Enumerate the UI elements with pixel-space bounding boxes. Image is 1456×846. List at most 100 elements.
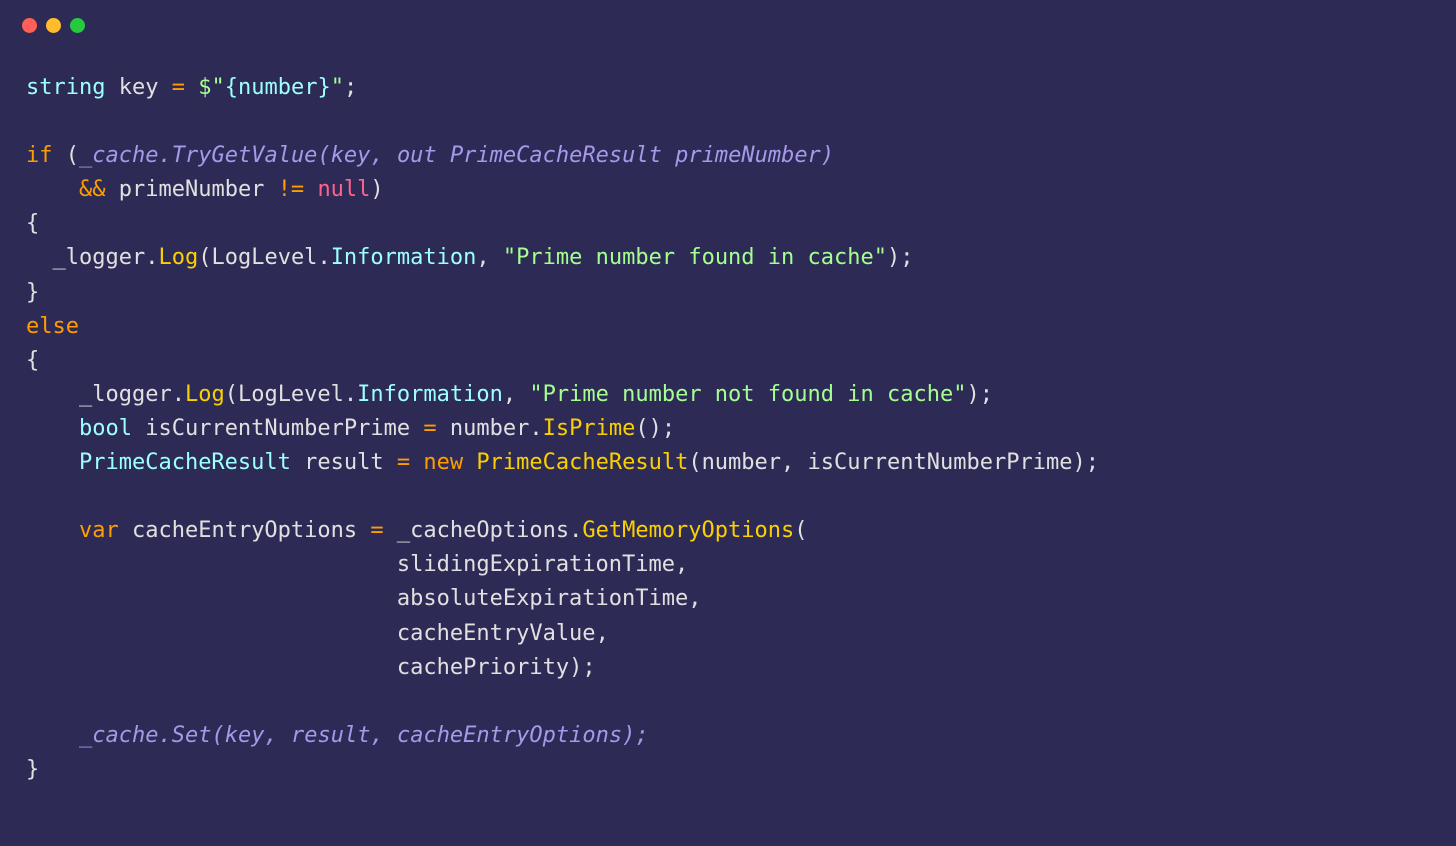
ident-token: cacheEntryOptions [397,723,622,748]
punct-token: ) [622,723,635,748]
punct-token: , [503,382,516,407]
op-token: != [278,177,305,202]
punct-token: . [145,245,158,270]
method-token: Log [185,382,225,407]
method-token: Log [158,245,198,270]
ident-token: _logger [53,245,146,270]
keyword-token: else [26,314,79,339]
brace-token: { [26,211,39,236]
maximize-icon[interactable] [70,18,85,33]
str-token: " [331,75,344,100]
ident-token: isCurrentNumberPrime [808,450,1073,475]
punct-token: ( [211,723,224,748]
interp-token: {number} [225,75,331,100]
brace-token: } [26,280,39,305]
special-token: _cache [79,723,158,748]
punct-token: ( [794,518,807,543]
member-token: Information [331,245,477,270]
keyword-token: new [423,450,463,475]
type-token: PrimeCacheResult [79,450,291,475]
ident-token: primeNumber [119,177,265,202]
brace-token: { [26,348,39,373]
ident-token: key [225,723,265,748]
minimize-icon[interactable] [46,18,61,33]
punct-token: . [158,143,171,168]
op-token: = [423,416,436,441]
punct-token: , [596,621,609,646]
punct-token: () [635,416,662,441]
type-token: string [26,75,105,100]
close-icon[interactable] [22,18,37,33]
op-token: = [172,75,185,100]
op-token: && [79,177,106,202]
punct-token: ; [582,655,595,680]
param-token: absoluteExpirationTime [397,586,688,611]
punct-token: ( [66,143,79,168]
keyword-token: out [397,143,437,168]
punct-token: ) [966,382,979,407]
op-token: = [397,450,410,475]
punct-token: , [476,245,489,270]
punct-token: ; [662,416,675,441]
keyword-token: var [79,518,119,543]
punct-token: ; [900,245,913,270]
method-token: Set [172,723,212,748]
punct-token: ( [225,382,238,407]
code-window: string key = $"{number}"; if (_cache.Try… [0,0,1456,846]
ident-token: LogLevel [211,245,317,270]
punct-token: ) [1072,450,1085,475]
punct-token: . [172,382,185,407]
ident-token: key [119,75,159,100]
punct-token: . [344,382,357,407]
param-token: cachePriority [397,655,569,680]
keyword-token: if [26,143,53,168]
str-token: $" [198,75,225,100]
method-token: IsPrime [543,416,636,441]
punct-token: ( [198,245,211,270]
punct-token: . [529,416,542,441]
special-token: _cache [79,143,158,168]
str-token: "Prime number found in cache" [503,245,887,270]
op-token: = [370,518,383,543]
ident-token: key [331,143,371,168]
brace-token: } [26,757,39,782]
ident-token: result [304,450,383,475]
punct-token: . [158,723,171,748]
type-token: bool [79,416,132,441]
punct-token: , [264,723,277,748]
ident-token: isCurrentNumberPrime [145,416,410,441]
punct-token: ; [1086,450,1099,475]
punct-token: . [317,245,330,270]
punct-token: , [370,723,383,748]
punct-token: , [688,586,701,611]
punct-token: , [781,450,794,475]
param-token: cacheEntryValue [397,621,596,646]
code-editor[interactable]: string key = $"{number}"; if (_cache.Try… [0,41,1456,813]
punct-token: , [370,143,383,168]
ident-token: number [450,416,529,441]
punct-token: ; [635,723,648,748]
str-token: "Prime number not found in cache" [529,382,966,407]
ident-token: cacheEntryOptions [132,518,357,543]
method-token: GetMemoryOptions [582,518,794,543]
punct-token: ) [569,655,582,680]
punct-token: ; [344,75,357,100]
ident-token: _logger [79,382,172,407]
ident-token: number [702,450,781,475]
punct-token: , [675,552,688,577]
ident-token: LogLevel [238,382,344,407]
param-token: slidingExpirationTime [397,552,675,577]
punct-token: ) [887,245,900,270]
punct-token: ; [980,382,993,407]
ident-token: result [291,723,370,748]
type-token: PrimeCacheResult [450,143,662,168]
ctor-token: PrimeCacheResult [476,450,688,475]
punct-token: ) [370,177,383,202]
method-token: TryGetValue [172,143,318,168]
ident-token: _cacheOptions [397,518,569,543]
punct-token: ) [821,143,834,168]
member-token: Information [357,382,503,407]
punct-token: . [569,518,582,543]
ident-token: primeNumber [675,143,821,168]
punct-token: ( [688,450,701,475]
